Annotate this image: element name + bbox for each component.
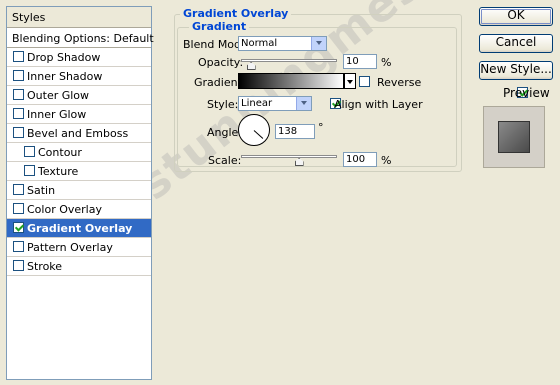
opacity-percent-sign: % — [381, 56, 392, 69]
cancel-button[interactable]: Cancel — [479, 34, 553, 53]
scale-slider-track[interactable] — [241, 155, 337, 158]
style-label: Style: — [207, 98, 239, 111]
style-item-inner-glow[interactable]: Inner Glow — [7, 105, 151, 124]
scale-label: Scale: — [208, 154, 242, 167]
style-item-label: Texture — [38, 165, 79, 178]
style-item-checkbox[interactable] — [13, 260, 24, 271]
angle-input[interactable]: 138 — [275, 124, 315, 139]
preview-swatch — [498, 121, 530, 153]
style-item-pattern-overlay[interactable]: Pattern Overlay — [7, 238, 151, 257]
style-item-drop-shadow[interactable]: Drop Shadow — [7, 48, 151, 67]
ok-button[interactable]: OK — [479, 7, 553, 26]
gradient-preview-swatch[interactable] — [238, 73, 344, 89]
style-item-label: Contour — [38, 146, 82, 159]
style-item-checkbox[interactable] — [13, 108, 24, 119]
style-preview-box — [483, 106, 545, 168]
style-item-label: Drop Shadow — [27, 51, 101, 64]
style-item-label: Stroke — [27, 260, 63, 273]
styles-panel-title[interactable]: Styles — [7, 7, 151, 28]
styles-list-panel: Styles Blending Options: Default Drop Sh… — [6, 6, 154, 380]
opacity-input[interactable]: 10 — [343, 54, 377, 69]
style-item-contour[interactable]: Contour — [7, 143, 151, 162]
style-item-checkbox[interactable] — [13, 70, 24, 81]
scale-input[interactable]: 100 — [343, 152, 377, 167]
style-item-color-overlay[interactable]: Color Overlay — [7, 200, 151, 219]
reverse-label: Reverse — [377, 76, 422, 89]
blending-options-item[interactable]: Blending Options: Default — [7, 29, 154, 48]
style-item-checkbox[interactable] — [13, 127, 24, 138]
angle-dial[interactable] — [238, 114, 270, 146]
blend-mode-select[interactable]: Normal — [238, 36, 327, 51]
style-item-label: Inner Shadow — [27, 70, 103, 83]
style-item-label: Bevel and Emboss — [27, 127, 129, 140]
align-with-layer-label: Align with Layer — [334, 98, 423, 111]
style-item-stroke[interactable]: Stroke — [7, 257, 151, 276]
style-item-checkbox[interactable] — [13, 51, 24, 62]
chevron-down-icon — [296, 97, 311, 110]
style-item-outer-glow[interactable]: Outer Glow — [7, 86, 151, 105]
blend-mode-value: Normal — [241, 38, 278, 49]
angle-dial-needle — [253, 130, 264, 139]
angle-degree-sign: ° — [318, 121, 324, 134]
new-style-button[interactable]: New Style... — [479, 61, 553, 80]
style-item-checkbox[interactable] — [13, 89, 24, 100]
angle-label: Angle: — [207, 126, 243, 139]
style-item-label: Gradient Overlay — [27, 222, 133, 235]
gradient-overlay-title: Gradient Overlay — [180, 7, 292, 20]
style-item-gradient-overlay[interactable]: Gradient Overlay — [7, 219, 151, 238]
chevron-down-icon — [311, 37, 326, 50]
style-item-checkbox[interactable] — [13, 203, 24, 214]
reverse-checkbox[interactable] — [359, 76, 370, 87]
style-item-label: Inner Glow — [27, 108, 87, 121]
style-item-label: Outer Glow — [27, 89, 90, 102]
gradient-dropdown[interactable] — [344, 73, 356, 89]
style-item-texture[interactable]: Texture — [7, 162, 151, 181]
style-item-label: Color Overlay — [27, 203, 102, 216]
style-item-label: Pattern Overlay — [27, 241, 113, 254]
opacity-slider-track[interactable] — [241, 59, 337, 62]
style-item-bevel-and-emboss[interactable]: Bevel and Emboss — [7, 124, 151, 143]
style-item-satin[interactable]: Satin — [7, 181, 151, 200]
style-select[interactable]: Linear — [238, 96, 312, 111]
style-item-checkbox[interactable] — [13, 184, 24, 195]
preview-label: Preview — [503, 86, 550, 100]
scale-percent-sign: % — [381, 154, 392, 167]
style-item-label: Satin — [27, 184, 56, 197]
style-item-checkbox[interactable] — [24, 146, 35, 157]
style-item-checkbox[interactable] — [13, 222, 24, 233]
style-item-checkbox[interactable] — [13, 241, 24, 252]
triangle-down-icon — [347, 80, 353, 84]
style-value: Linear — [241, 98, 273, 109]
style-item-inner-shadow[interactable]: Inner Shadow — [7, 67, 151, 86]
style-item-checkbox[interactable] — [24, 165, 35, 176]
gradient-sub-title: Gradient — [189, 20, 250, 33]
opacity-label: Opacity: — [198, 56, 244, 69]
